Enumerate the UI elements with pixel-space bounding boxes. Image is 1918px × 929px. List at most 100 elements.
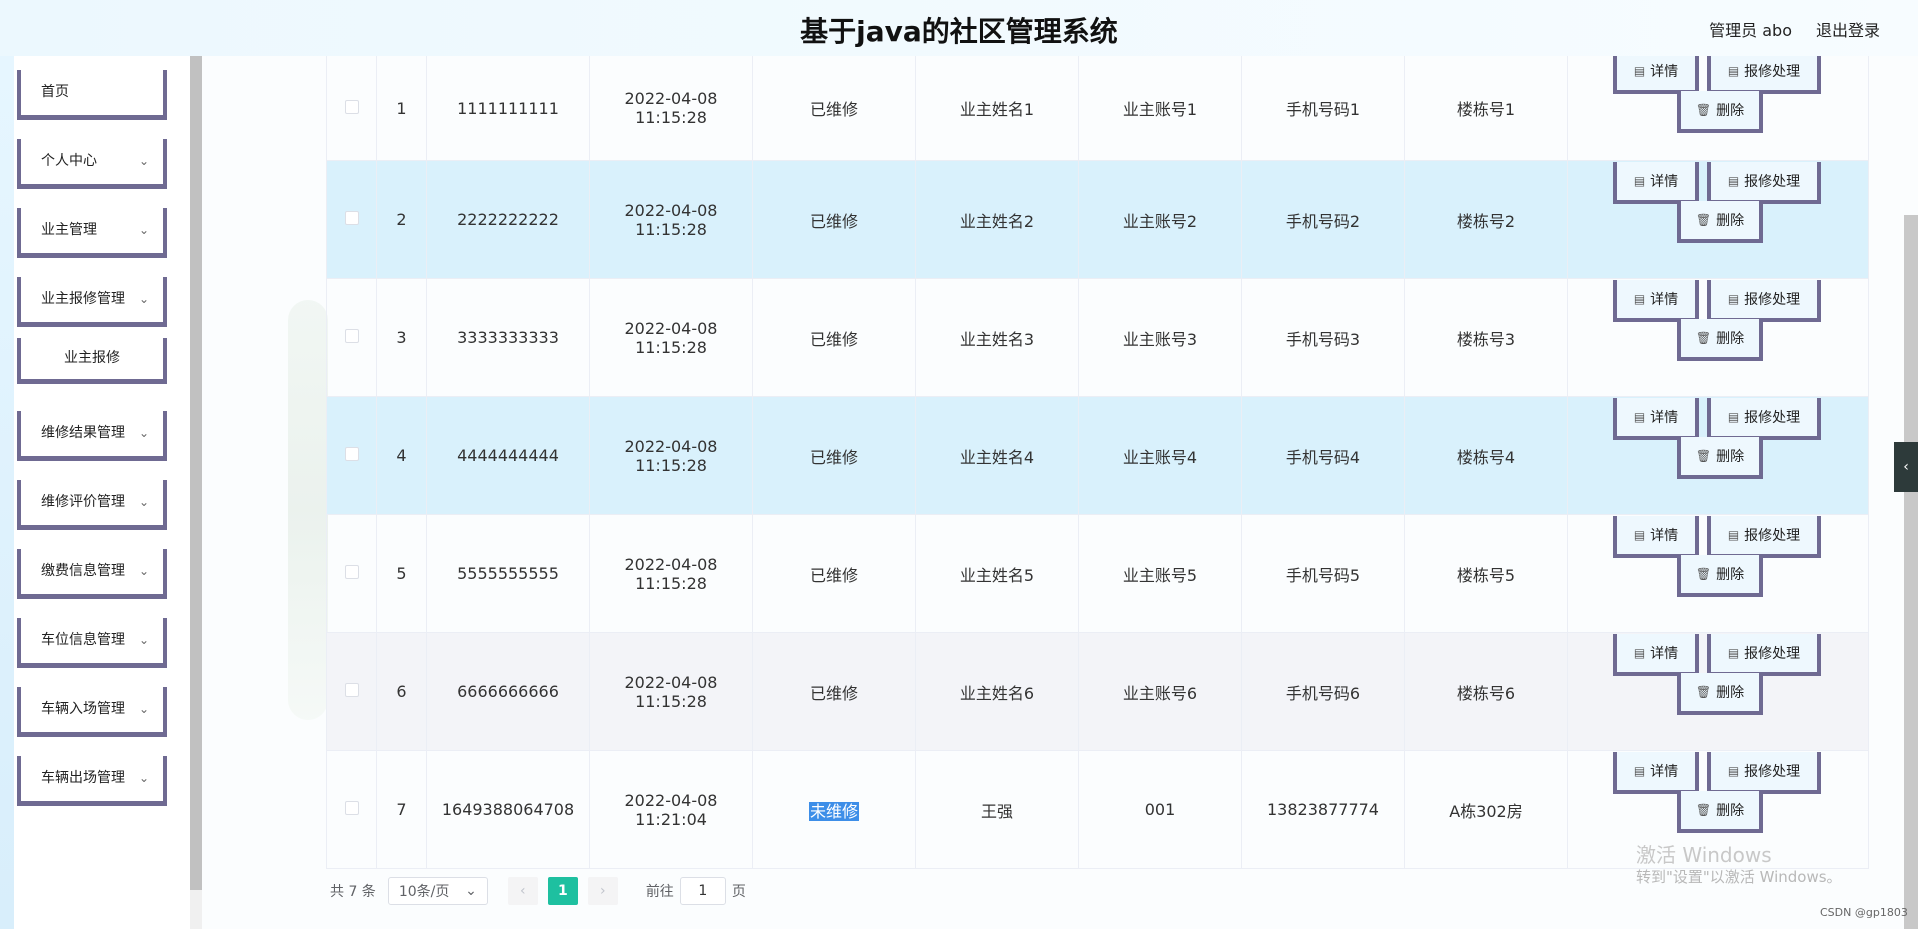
delete-button[interactable]: 🗑 删除	[1677, 555, 1763, 597]
delete-button-label: 删除	[1716, 331, 1745, 347]
row-checkbox[interactable]	[344, 211, 359, 225]
row-checkbox[interactable]	[344, 99, 359, 114]
detail-button[interactable]: ▤ 详情	[1613, 634, 1699, 676]
sidebar-item[interactable]: 车辆入场管理 ⌄	[17, 687, 167, 737]
row-checkbox[interactable]	[344, 329, 359, 343]
collapse-panel-button[interactable]: ‹	[1894, 442, 1918, 492]
cell-time: 2022-04-08 11:21:04	[589, 750, 753, 869]
sidebar-item[interactable]: 首页	[17, 70, 167, 120]
document-icon: ▤	[1727, 764, 1740, 778]
goto-label: 前往	[645, 884, 674, 900]
repair-handle-button[interactable]: ▤ 报修处理	[1707, 634, 1821, 676]
repair-handle-button[interactable]: ▤ 报修处理	[1707, 52, 1821, 94]
page-number-active[interactable]: 1	[547, 877, 578, 905]
goto-page-input[interactable]: 1	[679, 877, 726, 905]
cell-time-text: 2022-04-08 11:15:28	[624, 318, 718, 357]
row-checkbox[interactable]	[344, 447, 359, 461]
delete-button[interactable]: 🗑 删除	[1677, 319, 1763, 361]
activation-watermark-subtitle: 转到"设置"以激活 Windows。	[1636, 868, 1842, 886]
cell-account: 业主账号2	[1078, 160, 1242, 279]
cell-number-text: 1111111111	[457, 98, 559, 118]
detail-button[interactable]: ▤ 详情	[1613, 162, 1699, 204]
cell-time: 2022-04-08 11:15:28	[589, 56, 753, 161]
top-header: 基于java的社区管理系统 管理员 abo 退出登录	[0, 0, 1918, 56]
repair-handle-button[interactable]: ▤ 报修处理	[1707, 516, 1821, 558]
sidebar-item[interactable]: 业主管理 ⌄	[17, 208, 167, 258]
repair-handle-button-label: 报修处理	[1744, 64, 1801, 80]
row-checkbox[interactable]	[344, 565, 359, 579]
page-size-select[interactable]: 10条/页 ⌄	[387, 877, 488, 905]
cell-building-text: 楼栋号3	[1456, 329, 1516, 349]
repair-handle-button[interactable]: ▤ 报修处理	[1707, 162, 1821, 204]
row-checkbox[interactable]	[344, 801, 359, 815]
cell-building-text: 楼栋号2	[1456, 211, 1516, 231]
document-icon: ▤	[1633, 292, 1646, 306]
sidebar-item[interactable]: 车位信息管理 ⌄	[17, 618, 167, 668]
cell-building: 楼栋号5	[1404, 514, 1568, 633]
sidebar-item-label: 业主报修	[64, 350, 120, 366]
row-index: 6	[376, 632, 427, 751]
cell-building: A栋302房	[1404, 750, 1568, 869]
checkbox-cell	[326, 56, 377, 161]
sidebar-item[interactable]: 维修结果管理 ⌄	[17, 411, 167, 461]
sidebar-item-label: 首页	[41, 84, 69, 100]
delete-button[interactable]: 🗑 删除	[1677, 91, 1763, 133]
cell-name: 业主姓名1	[915, 56, 1079, 161]
cell-name-text: 王强	[980, 801, 1013, 821]
cell-name: 业主姓名2	[915, 160, 1079, 279]
delete-button[interactable]: 🗑 删除	[1677, 437, 1763, 479]
chevron-down-icon: ⌄	[138, 292, 149, 306]
sidebar-item-label: 维修结果管理	[41, 425, 125, 441]
repair-handle-button-label: 报修处理	[1744, 410, 1801, 426]
sidebar-scrollbar[interactable]	[190, 56, 202, 929]
cell-time: 2022-04-08 11:15:28	[589, 278, 753, 397]
repair-handle-button-label: 报修处理	[1744, 292, 1801, 308]
chevron-down-icon: ⌄	[138, 564, 149, 578]
cell-status-text: 已维修	[809, 100, 858, 119]
detail-button[interactable]: ▤ 详情	[1613, 516, 1699, 558]
pagination: 共 7 条 10条/页 ⌄ ‹ 1 › 前往 1 页	[330, 876, 746, 906]
detail-button[interactable]: ▤ 详情	[1613, 398, 1699, 440]
detail-button[interactable]: ▤ 详情	[1613, 52, 1699, 94]
detail-button[interactable]: ▤ 详情	[1613, 752, 1699, 794]
cell-account-text: 001	[1144, 800, 1176, 819]
delete-button-label: 删除	[1716, 103, 1745, 119]
prev-page-button[interactable]: ‹	[507, 877, 538, 905]
page-scrollbar[interactable]	[1904, 215, 1918, 929]
table-row: 2 2222222222 2022-04-08 11:15:28 已维修 业主姓名2 业主…	[326, 160, 1869, 279]
cell-status-text: 已维修	[809, 329, 858, 349]
sidebar-item[interactable]: 业主报修管理 ⌄	[17, 277, 167, 327]
cell-phone: 手机号码5	[1241, 514, 1405, 633]
checkbox-cell	[326, 514, 377, 633]
sidebar-item[interactable]: 缴费信息管理 ⌄	[17, 549, 167, 599]
sidebar-item[interactable]: 车辆出场管理 ⌄	[17, 756, 167, 806]
repair-handle-button[interactable]: ▤ 报修处理	[1707, 398, 1821, 440]
detail-button[interactable]: ▤ 详情	[1613, 280, 1699, 322]
sidebar-item[interactable]: 个人中心 ⌄	[17, 139, 167, 189]
delete-button[interactable]: 🗑 删除	[1677, 673, 1763, 715]
repair-handle-button[interactable]: ▤ 报修处理	[1707, 752, 1821, 794]
logout-link[interactable]: 退出登录	[1816, 17, 1880, 41]
checkbox-cell	[326, 750, 377, 869]
next-page-button[interactable]: ›	[587, 877, 618, 905]
chevron-down-icon: ⌄	[465, 883, 477, 899]
row-index: 5	[376, 514, 427, 633]
cell-time-text: 2022-04-08 11:15:28	[624, 672, 718, 711]
cell-number: 4444444444	[426, 396, 590, 515]
trash-icon: 🗑	[1695, 803, 1712, 817]
cell-time-text: 2022-04-08 11:21:04	[624, 790, 718, 829]
row-index: 1	[376, 56, 427, 161]
cell-number: 5555555555	[426, 514, 590, 633]
repair-handle-button[interactable]: ▤ 报修处理	[1707, 280, 1821, 322]
sidebar-item[interactable]: 维修评价管理 ⌄	[17, 480, 167, 530]
delete-button-label: 删除	[1716, 449, 1745, 465]
row-checkbox[interactable]	[344, 683, 359, 697]
delete-button[interactable]: 🗑 删除	[1677, 201, 1763, 243]
sidebar-item[interactable]: 业主报修	[17, 338, 167, 384]
cell-time: 2022-04-08 11:15:28	[589, 632, 753, 751]
cell-phone: 13823877774	[1241, 750, 1405, 869]
delete-button[interactable]: 🗑 删除	[1677, 791, 1763, 833]
table-row: 3 3333333333 2022-04-08 11:15:28 已维修 业主姓名3 业主…	[326, 278, 1869, 397]
delete-button-label: 删除	[1716, 213, 1745, 229]
cell-status-text: 已维修	[809, 683, 858, 703]
